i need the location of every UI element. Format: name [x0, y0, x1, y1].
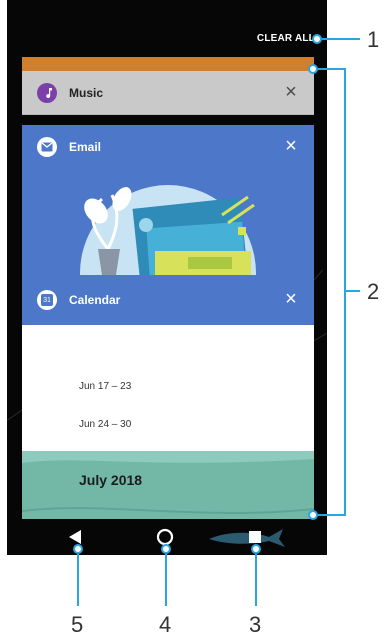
calendar-card[interactable]: 31 Calendar × Jun 17 – 23 Jun 24 – 30 Ju…: [22, 275, 314, 519]
callout-number-4: 4: [159, 612, 172, 637]
week-row[interactable]: Jun 24 – 30: [79, 419, 131, 430]
callout-number-3: 3: [249, 612, 262, 637]
phone-screen: CLEAR ALL Music × Email × 31 Calendar × …: [7, 0, 327, 555]
callout-number-1: 1: [367, 27, 380, 52]
email-card[interactable]: Email ×: [22, 125, 314, 275]
callout-line-5: [77, 554, 79, 606]
callout-dot-4: [161, 544, 171, 554]
recent-apps-stack: Music × Email × 31 Calendar × Jun 17 – 2…: [22, 57, 314, 519]
calendar-icon: 31: [37, 290, 57, 310]
music-card-header[interactable]: Music ×: [22, 71, 314, 115]
callout-number-2: 2: [367, 279, 380, 304]
email-card-label: Email: [69, 140, 102, 154]
envelope-icon: [37, 137, 57, 157]
music-card-label: Music: [69, 85, 104, 100]
callout-line-2-mid: [344, 290, 360, 292]
week-row[interactable]: Jun 17 – 23: [79, 381, 131, 392]
callout-dot-2a: [308, 64, 318, 74]
callout-dot-5: [73, 544, 83, 554]
calendar-month-label: July 2018: [79, 472, 143, 488]
calendar-icon-day: 31: [41, 294, 53, 306]
callout-line-2-top: [318, 68, 346, 70]
callout-line-1: [322, 38, 360, 40]
calendar-month-banner: [22, 451, 314, 519]
email-card-header[interactable]: Email ×: [22, 125, 314, 169]
callout-line-3: [255, 554, 257, 606]
callout-dot-1: [312, 34, 322, 44]
calendar-close-button[interactable]: ×: [282, 289, 300, 309]
callout-bracket-2: [344, 68, 346, 516]
sea-texture: [22, 451, 314, 514]
calendar-card-head: 31 Calendar ×: [22, 275, 314, 325]
email-close-button[interactable]: ×: [282, 136, 300, 156]
callout-line-4: [165, 554, 167, 606]
clear-all-button[interactable]: CLEAR ALL: [257, 33, 315, 44]
recent-apps-icon: [249, 531, 261, 543]
calendar-card-header[interactable]: 31 Calendar ×: [22, 278, 314, 322]
email-illustration: [80, 185, 256, 275]
music-close-button[interactable]: ×: [282, 82, 300, 102]
callout-dot-3: [251, 544, 261, 554]
callout-dot-2b: [308, 510, 318, 520]
orange-app-card[interactable]: [22, 57, 314, 71]
music-note-icon: [37, 82, 57, 103]
calendar-card-label: Calendar: [69, 293, 121, 307]
callout-number-5: 5: [71, 612, 84, 637]
callout-line-2-bottom: [318, 514, 346, 516]
back-icon: [69, 530, 81, 544]
